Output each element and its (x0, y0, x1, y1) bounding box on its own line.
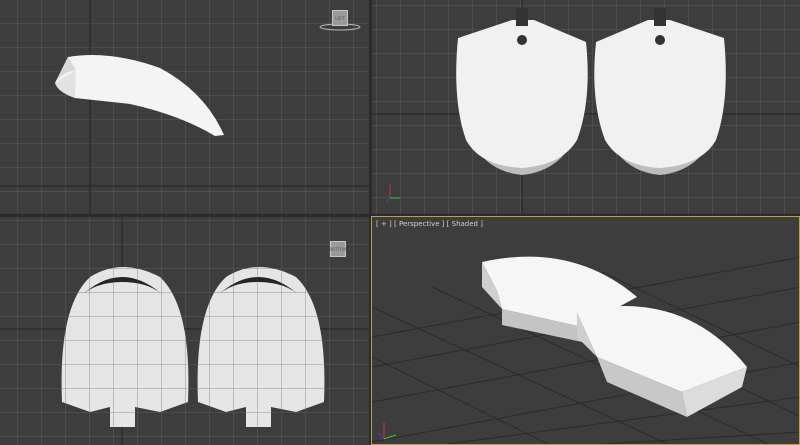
grid (372, 256, 799, 444)
grid (0, 0, 369, 214)
viewport-front[interactable] (372, 0, 800, 214)
viewport-perspective[interactable]: [ + ] [ Perspective ] [ Shaded ] (371, 216, 800, 445)
viewport-left[interactable]: LEFT (0, 0, 369, 214)
axis-tripod-icon (377, 422, 397, 440)
viewport-bottom[interactable]: BOTTOM (0, 217, 369, 445)
model-part-front (577, 306, 747, 417)
viewcube-label: BOTTOM (329, 246, 347, 252)
viewcube-label: LEFT (335, 15, 345, 21)
grid (0, 217, 369, 445)
viewport-label[interactable]: [ + ] [ Perspective ] [ Shaded ] (376, 220, 483, 228)
viewcube[interactable]: BOTTOM (329, 241, 347, 257)
viewcube[interactable]: LEFT (332, 10, 348, 26)
grid (372, 0, 800, 214)
